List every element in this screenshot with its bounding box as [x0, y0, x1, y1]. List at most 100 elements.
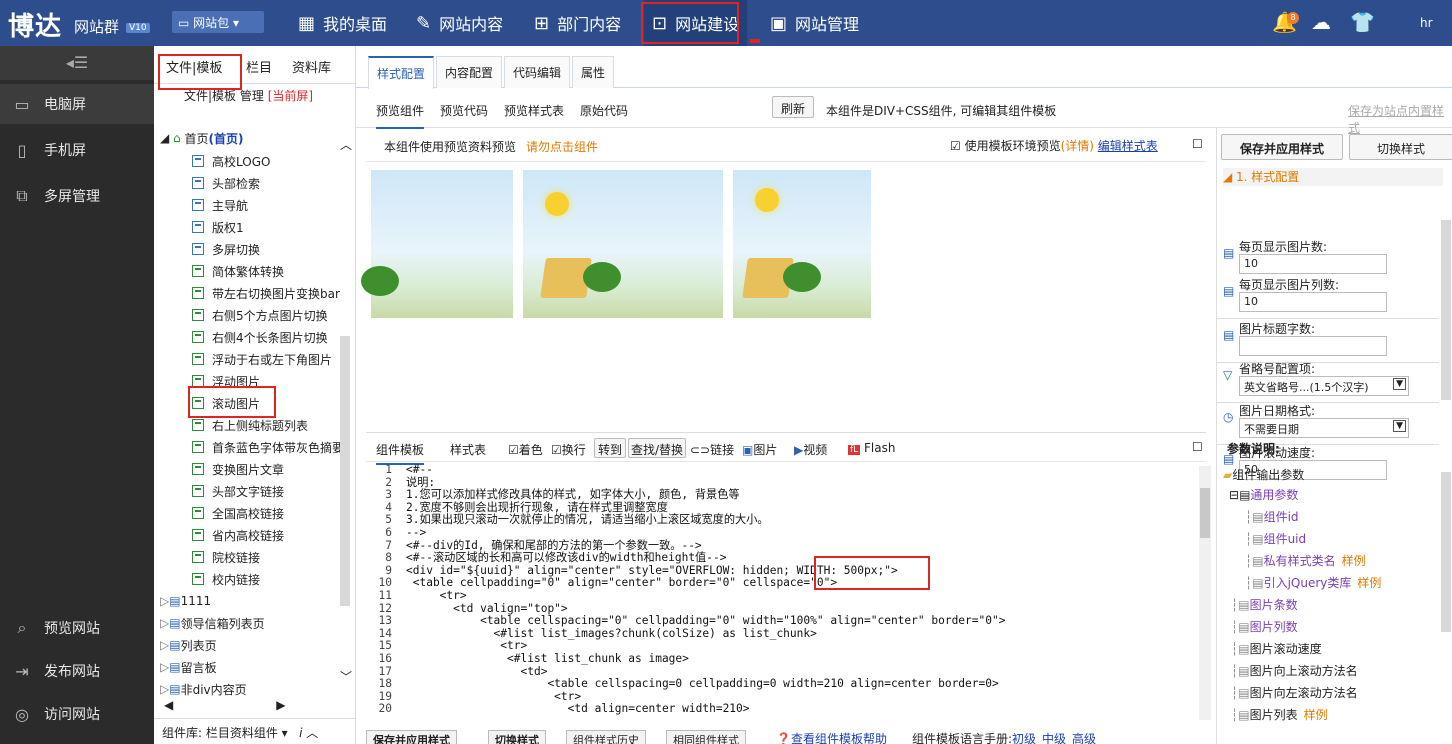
level-basic-link[interactable]: 初级	[1012, 730, 1036, 744]
example-link[interactable]: 样例	[1342, 554, 1366, 568]
sidebar-item-visit[interactable]: ◎ 访问网站	[0, 694, 154, 734]
tree-folder[interactable]: ▷ ▤ 1111	[160, 590, 348, 612]
tab-column[interactable]: 栏目	[246, 57, 272, 76]
example-link[interactable]: 样例	[1357, 576, 1381, 590]
shirt-icon[interactable]: 👕	[1350, 10, 1375, 34]
site-select[interactable]: ▭ 网站包 ▾	[172, 11, 264, 33]
nav-site-content[interactable]: ✎ 网站内容	[408, 0, 511, 46]
tree-node[interactable]: 首条蓝色字体带灰色摘要	[192, 436, 380, 458]
tree-node[interactable]: 右侧4个长条图片切换	[192, 326, 380, 348]
example-link[interactable]: 样例	[1304, 708, 1328, 722]
save-apply-button[interactable]: 保存并应用样式	[1221, 134, 1343, 160]
param-item[interactable]: ┆▤图片列表 样例	[1231, 706, 1328, 723]
image-button[interactable]: ▣图片	[742, 441, 777, 458]
tab-properties[interactable]: 属性	[572, 56, 615, 88]
user-name[interactable]: hr	[1420, 16, 1433, 30]
param-item[interactable]: ┆▤引入jQuery类库 样例	[1245, 574, 1381, 591]
tab-preview-css[interactable]: 预览样式表	[504, 102, 564, 119]
tree-node[interactable]: 校内链接	[192, 568, 380, 590]
sidebar-item-preview[interactable]: ⌕ 预览网站	[0, 608, 154, 648]
bottom-switch-button[interactable]: 切换样式	[488, 730, 546, 744]
param-item[interactable]: ┆▤图片条数	[1231, 596, 1298, 613]
maximize-icon[interactable]: ☐	[1192, 440, 1203, 454]
help-link[interactable]: ❓查看组件模板帮助	[776, 730, 887, 744]
tab-style-config[interactable]: 样式配置	[368, 56, 435, 89]
params-common[interactable]: ⊟▤通用参数	[1229, 486, 1298, 503]
tree-node[interactable]: 高校LOGO	[192, 150, 380, 172]
tree-node[interactable]: 版权1	[192, 216, 380, 238]
sidebar-item-pc[interactable]: ▭ 电脑屏	[0, 84, 154, 124]
config-select[interactable]: 英文省略号...(1.5个汉字) ▼	[1239, 376, 1409, 396]
horizontal-scroll[interactable]: ◀ ▶	[164, 698, 334, 712]
tab-preview-code[interactable]: 预览代码	[440, 102, 488, 119]
tree-node[interactable]: 院校链接	[192, 546, 380, 568]
tab-stylesheet[interactable]: 样式表	[450, 441, 486, 458]
param-item[interactable]: ┆▤图片列数	[1231, 618, 1298, 635]
tree-node[interactable]: 浮动于右或左下角图片	[192, 348, 380, 370]
param-item[interactable]: ┆▤图片滚动速度	[1231, 640, 1322, 657]
code-scrollbar[interactable]	[1199, 466, 1211, 720]
find-replace-button[interactable]: 查找/替换	[628, 438, 686, 458]
style-history-button[interactable]: 组件样式历史	[566, 730, 646, 744]
tab-component-template[interactable]: 组件模板	[376, 441, 425, 465]
bottom-save-apply-button[interactable]: 保存并应用样式	[366, 730, 457, 744]
sidebar-item-publish[interactable]: ⇥ 发布网站	[0, 651, 154, 691]
tab-library[interactable]: 资料库	[292, 57, 331, 76]
link-button[interactable]: ⊂⊃链接	[690, 441, 734, 458]
config-input[interactable]	[1239, 336, 1387, 356]
tree-folder[interactable]: ▷ ▤ 列表页	[160, 634, 348, 656]
nav-desktop[interactable]: ▦ 我的桌面	[290, 0, 395, 46]
tab-preview-component[interactable]: 预览组件	[376, 102, 425, 129]
cloud-icon[interactable]: ☁	[1311, 10, 1331, 34]
param-item[interactable]: ┆▤组件id	[1245, 508, 1299, 525]
tree-folder[interactable]: ▷ ▤ 领导信箱列表页	[160, 612, 348, 634]
tree-node[interactable]: 简体繁体转换	[192, 260, 380, 282]
tab-content-config[interactable]: 内容配置	[436, 56, 503, 88]
tree-node[interactable]: 头部文字链接	[192, 480, 380, 502]
color-checkbox[interactable]: ☑着色	[508, 441, 543, 458]
config-input[interactable]: 10	[1239, 292, 1387, 312]
config-input[interactable]: 10	[1239, 254, 1387, 274]
collapse-button[interactable]: ◂☰	[0, 46, 154, 80]
param-item[interactable]: ┆▤图片向上滚动方法名	[1231, 662, 1358, 679]
tree-node[interactable]: 主导航	[192, 194, 380, 216]
flash-button[interactable]: fL Flash	[848, 441, 895, 455]
tree-home-node[interactable]: ◢ ⌂ 首页 (首页)	[160, 127, 348, 149]
section-header[interactable]: ◢ 1. 样式配置	[1223, 168, 1443, 186]
code-editor[interactable]: 1 <#-- 2 说明: 3 1.您可以添加样式修改具体的样式, 如字体大小, 颜色, 背…	[366, 464, 1196, 720]
sidebar-item-mobile[interactable]: ▯ 手机屏	[0, 130, 154, 170]
wrap-checkbox[interactable]: ☑换行	[551, 441, 586, 458]
use-env-checkbox[interactable]: ☑ 使用模板环境预览(详情) 编辑样式表	[950, 137, 1158, 154]
tree-node[interactable]: 变换图片文章	[192, 458, 380, 480]
detail-link[interactable]: (详情)	[1061, 139, 1094, 153]
level-mid-link[interactable]: 中级	[1042, 730, 1066, 744]
goto-button[interactable]: 转到	[594, 438, 626, 458]
tree-node[interactable]: 省内高校链接	[192, 524, 380, 546]
param-item[interactable]: ┆▤私有样式类名 样例	[1245, 552, 1366, 569]
tree-scrollbar[interactable]	[340, 336, 350, 606]
nav-site-manage[interactable]: ▣ 网站管理	[762, 0, 867, 46]
tree-folder[interactable]: ▷ ▤ 非div内容页	[160, 678, 348, 700]
param-item[interactable]: ┆▤图片向左滚动方法名	[1231, 684, 1358, 701]
level-adv-link[interactable]: 高级	[1072, 730, 1096, 744]
component-library-bar[interactable]: 组件库: 栏目资料组件 ▾ i ︿	[154, 718, 356, 744]
tree-node[interactable]: 多屏切换	[192, 238, 380, 260]
switch-style-button[interactable]: 切换样式	[1349, 134, 1452, 160]
nav-dept-content[interactable]: ⊞ 部门内容	[526, 0, 629, 46]
tree-folder[interactable]: ▷ ▤ 留言板	[160, 656, 348, 678]
params-root[interactable]: ▰组件输出参数	[1223, 466, 1304, 483]
maximize-icon[interactable]: ☐	[1192, 137, 1203, 151]
same-styles-button[interactable]: 相同组件样式	[666, 730, 746, 744]
sidebar-item-multiscreen[interactable]: ⧉ 多屏管理	[0, 176, 154, 216]
refresh-button[interactable]: 刷新	[772, 96, 814, 118]
tab-raw-code[interactable]: 原始代码	[580, 102, 628, 119]
tree-node[interactable]: 右侧5个方点图片切换	[192, 304, 380, 326]
tab-code-edit[interactable]: 代码编辑	[504, 56, 571, 88]
scroll-down-icon[interactable]: ﹀	[340, 668, 352, 685]
tree-node[interactable]: 带左右切换图片变换bar	[192, 282, 380, 304]
params-scrollbar[interactable]	[1441, 472, 1451, 632]
param-item[interactable]: ┆▤组件uid	[1245, 530, 1306, 547]
video-button[interactable]: ▶视频	[794, 441, 827, 458]
edit-css-link[interactable]: 编辑样式表	[1098, 139, 1158, 153]
info-icon[interactable]: i	[299, 726, 302, 740]
